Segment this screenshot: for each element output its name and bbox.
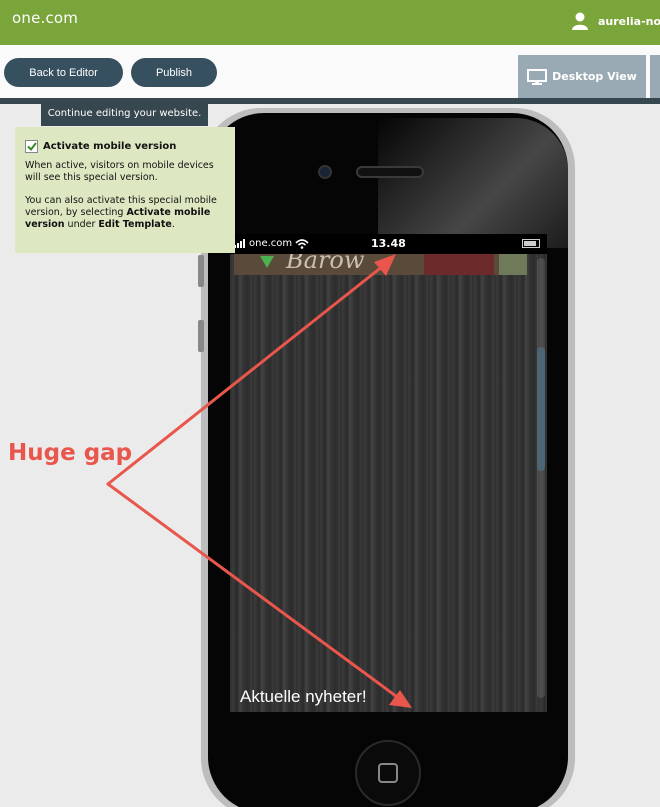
signal-icon	[234, 239, 245, 248]
home-button[interactable]	[355, 740, 421, 806]
panel-description: When active, visitors on mobile devices …	[25, 160, 214, 183]
scrollbar-thumb[interactable]	[537, 347, 545, 471]
wood-background	[230, 254, 547, 712]
monitor-icon	[527, 68, 548, 85]
phone-side-button	[198, 320, 204, 352]
carrier-info: one.com	[234, 238, 309, 249]
publish-button[interactable]: Publish	[131, 58, 217, 87]
checkmark-icon	[26, 142, 37, 151]
phone-time: 13.48	[371, 237, 406, 250]
phone-side-button	[198, 255, 204, 287]
top-bar: one.com aurelia-nor	[0, 0, 660, 45]
news-heading: Aktuelle nyheter!	[240, 687, 367, 706]
logo-triangle-icon	[260, 256, 274, 268]
banner-text: Barow	[286, 254, 365, 274]
brand-logo[interactable]: one.com	[12, 9, 78, 27]
desktop-view-label: Desktop View	[552, 70, 637, 83]
user-name: aurelia-nor	[598, 14, 660, 28]
tooltip: Continue editing your website.	[41, 101, 208, 126]
banner-image	[424, 254, 494, 275]
user-menu[interactable]: aurelia-nor	[572, 12, 660, 30]
banner-image	[499, 254, 527, 275]
site-header-banner[interactable]: Barow	[234, 254, 527, 275]
activate-mobile-label: Activate mobile version	[43, 140, 177, 152]
phone-camera	[318, 165, 332, 179]
annotation-label: Huge gap	[8, 440, 133, 466]
carrier-name: one.com	[249, 238, 293, 249]
phone-glare	[378, 118, 568, 248]
back-to-editor-button[interactable]: Back to Editor	[4, 58, 123, 87]
activate-mobile-row[interactable]: Activate mobile version	[25, 140, 225, 153]
home-square-icon	[378, 763, 398, 783]
battery-icon	[522, 239, 540, 248]
desktop-view-button[interactable]: Desktop View	[518, 55, 646, 98]
editor-toolbar: Back to Editor Publish Desktop View	[0, 45, 660, 98]
mobile-version-panel: Activate mobile version When active, vis…	[15, 127, 235, 253]
phone-screen[interactable]: one.com 13.48 Barow Aktuelle nyheter!	[230, 234, 547, 712]
wifi-icon	[295, 238, 309, 249]
view-toggle-edge[interactable]	[650, 55, 660, 98]
phone-speaker	[356, 166, 424, 178]
phone-status-bar: one.com 13.48	[230, 234, 547, 254]
panel-instructions: You can also activate this special mobil…	[25, 195, 217, 230]
scrollbar-track[interactable]	[537, 258, 545, 698]
user-icon	[572, 12, 588, 30]
activate-mobile-checkbox[interactable]	[25, 140, 38, 153]
